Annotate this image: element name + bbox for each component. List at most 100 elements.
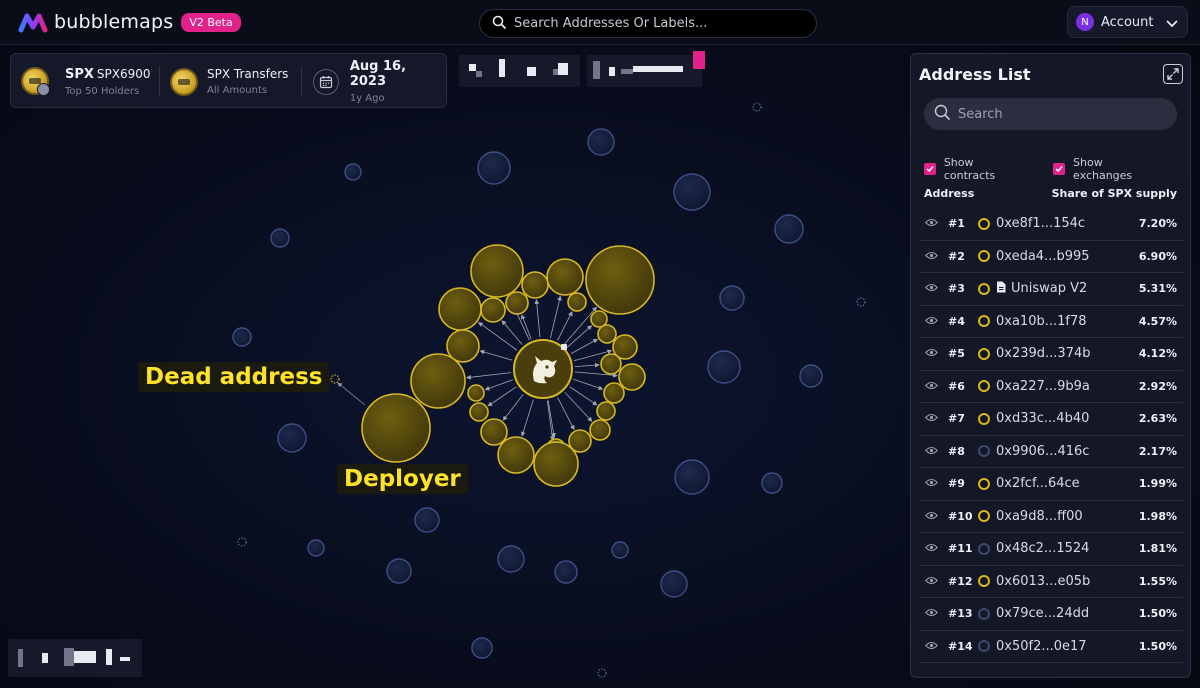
eye-icon[interactable] bbox=[925, 411, 939, 426]
transfer-link bbox=[484, 379, 514, 391]
address-row[interactable]: #5 0x239d...374b 4.12% bbox=[919, 338, 1183, 371]
holder-bubble[interactable] bbox=[277, 423, 307, 453]
holder-bubble[interactable] bbox=[497, 545, 525, 573]
eye-icon[interactable] bbox=[925, 216, 939, 231]
deployer-bubble[interactable] bbox=[361, 393, 431, 463]
checkbox[interactable] bbox=[924, 163, 936, 175]
holder-bubble[interactable] bbox=[761, 472, 783, 494]
eye-icon[interactable] bbox=[925, 249, 939, 264]
bubblemaps-logo-icon bbox=[18, 11, 48, 33]
holder-bubble[interactable] bbox=[674, 459, 710, 495]
holder-bubble[interactable] bbox=[600, 353, 622, 375]
holder-bubble[interactable] bbox=[438, 287, 482, 331]
holder-bubble[interactable] bbox=[480, 418, 508, 446]
address-search-input[interactable] bbox=[958, 106, 1158, 122]
eye-icon[interactable] bbox=[925, 379, 939, 394]
row-address: 0xa10b...1f78 bbox=[996, 314, 1087, 329]
eye-icon[interactable] bbox=[925, 281, 939, 296]
address-row[interactable]: #14 0x50f2...0e17 1.50% bbox=[919, 631, 1183, 663]
holder-bubble[interactable] bbox=[774, 214, 804, 244]
holder-bubble[interactable] bbox=[799, 364, 823, 388]
eye-icon[interactable] bbox=[925, 541, 939, 556]
transfers-selector[interactable]: SPX Transfers All Amounts bbox=[170, 54, 288, 109]
holder-bubble[interactable] bbox=[470, 244, 524, 298]
holder-bubble[interactable] bbox=[597, 324, 617, 344]
checkbox[interactable] bbox=[1053, 163, 1066, 175]
address-row[interactable]: #9 0x2fcf...64ce 1.99% bbox=[919, 468, 1183, 501]
eye-icon[interactable] bbox=[925, 476, 939, 491]
tiny-bubble[interactable] bbox=[597, 668, 607, 678]
holder-bubble[interactable] bbox=[673, 173, 711, 211]
date-selector[interactable]: Aug 16, 2023 1y Ago bbox=[313, 54, 446, 109]
show-contracts-toggle[interactable]: Show contracts bbox=[924, 156, 1027, 182]
holder-bubble[interactable] bbox=[533, 441, 579, 487]
address-row[interactable]: #12 0x6013...e05b 1.55% bbox=[919, 566, 1183, 598]
tiny-bubble[interactable] bbox=[237, 537, 247, 547]
holder-bubble[interactable] bbox=[471, 637, 493, 659]
address-row[interactable]: #1 0xe8f1...154c 7.20% bbox=[919, 208, 1183, 241]
address-row[interactable]: #2 0xeda4...b995 6.90% bbox=[919, 241, 1183, 273]
holder-bubble[interactable] bbox=[596, 401, 616, 421]
tiny-bubble[interactable] bbox=[752, 102, 762, 112]
holder-bubble[interactable] bbox=[467, 384, 485, 402]
holder-bubble[interactable] bbox=[410, 353, 466, 409]
holder-bubble[interactable] bbox=[505, 291, 529, 315]
holder-bubble[interactable] bbox=[707, 350, 741, 384]
global-search[interactable] bbox=[479, 9, 817, 38]
holder-bubble[interactable] bbox=[567, 292, 587, 312]
holder-bubble[interactable] bbox=[618, 363, 646, 391]
holder-bubble[interactable] bbox=[603, 382, 625, 404]
transfer-link bbox=[564, 392, 593, 422]
eye-icon[interactable] bbox=[925, 606, 939, 621]
token-selector[interactable]: SPX SPX6900 Top 50 Holders bbox=[21, 54, 151, 109]
holder-bubble[interactable] bbox=[477, 151, 511, 185]
bubble-map-canvas[interactable] bbox=[0, 45, 905, 688]
tiny-bubble[interactable] bbox=[330, 374, 340, 384]
row-share: 2.17% bbox=[1138, 444, 1177, 458]
holder-bubble[interactable] bbox=[270, 228, 290, 248]
expand-icon[interactable] bbox=[1163, 64, 1183, 84]
tiny-bubble[interactable] bbox=[856, 297, 866, 307]
holder-bubble[interactable] bbox=[386, 558, 412, 584]
search-input[interactable] bbox=[514, 16, 794, 31]
address-row[interactable]: #11 0x48c2...1524 1.81% bbox=[919, 533, 1183, 566]
eye-icon[interactable] bbox=[925, 444, 939, 459]
eye-icon[interactable] bbox=[925, 314, 939, 329]
transfers-title: SPX Transfers bbox=[207, 67, 289, 81]
holder-bubble[interactable] bbox=[480, 297, 506, 323]
bubble-map[interactable]: Dead address Deployer bbox=[0, 45, 905, 688]
holder-bubble[interactable] bbox=[497, 436, 535, 474]
holder-bubble[interactable] bbox=[344, 163, 362, 181]
eye-icon[interactable] bbox=[925, 346, 939, 361]
show-exchanges-toggle[interactable]: Show exchanges bbox=[1053, 156, 1164, 182]
holder-bubble[interactable] bbox=[554, 560, 578, 584]
holder-bubble[interactable] bbox=[589, 419, 611, 441]
holder-bubble[interactable] bbox=[232, 327, 252, 347]
address-row[interactable]: #4 0xa10b...1f78 4.57% bbox=[919, 306, 1183, 338]
address-row[interactable]: #13 0x79ce...24dd 1.50% bbox=[919, 598, 1183, 631]
holder-bubble[interactable] bbox=[585, 245, 655, 315]
eye-icon[interactable] bbox=[925, 574, 939, 589]
transfer-link bbox=[520, 399, 534, 437]
holder-bubble[interactable] bbox=[521, 271, 549, 299]
address-row[interactable]: #10 0xa9d8...ff00 1.98% bbox=[919, 501, 1183, 533]
bubble-color-indicator bbox=[978, 282, 990, 295]
holder-bubble[interactable] bbox=[611, 541, 629, 559]
address-search[interactable] bbox=[924, 98, 1177, 130]
address-row[interactable]: #8 0x9906...416c 2.17% bbox=[919, 436, 1183, 468]
holder-bubble[interactable] bbox=[469, 402, 489, 422]
holder-bubble[interactable] bbox=[414, 507, 440, 533]
address-row[interactable]: #7 0xd33c...4b40 2.63% bbox=[919, 403, 1183, 436]
holder-bubble[interactable] bbox=[587, 128, 615, 156]
address-row[interactable]: #6 0xa227...9b9a 2.92% bbox=[919, 371, 1183, 403]
holder-bubble[interactable] bbox=[546, 258, 584, 296]
holder-bubble[interactable] bbox=[660, 570, 688, 598]
eye-icon[interactable] bbox=[925, 509, 939, 524]
account-button[interactable]: N Account bbox=[1067, 6, 1188, 38]
eye-icon[interactable] bbox=[925, 639, 939, 654]
holder-bubble[interactable] bbox=[719, 285, 745, 311]
search-icon bbox=[492, 14, 506, 33]
holder-bubble[interactable] bbox=[307, 539, 325, 557]
address-row[interactable]: #3 Uniswap V2 5.31% bbox=[919, 273, 1183, 306]
logo[interactable]: bubblemaps V2 Beta bbox=[18, 11, 241, 33]
